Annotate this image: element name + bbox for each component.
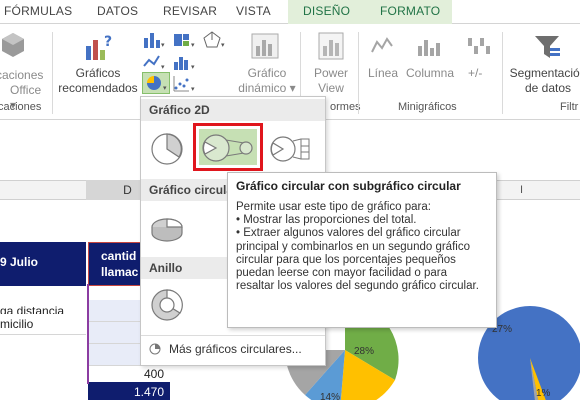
scatter-chart-icon[interactable]: ▾	[172, 74, 196, 97]
addins-label-line1: caciones	[0, 68, 44, 82]
recommended-label-line2: recomendados	[58, 81, 138, 95]
pivot-label-dinamico: dinámico	[238, 81, 287, 95]
group-label-filtros: Filtr	[560, 101, 579, 113]
tooltip: Gráfico circular con subgráfico circular…	[227, 172, 497, 328]
group-label-informes: ormes	[330, 101, 361, 113]
bar-of-pie-option[interactable]	[269, 131, 313, 170]
recommended-charts-icon[interactable]: ?	[84, 32, 114, 65]
pie-label-28: 28%	[354, 346, 374, 357]
hierarchy-chart-icon[interactable]: ▾	[172, 30, 196, 53]
power-label-line1: Power	[313, 66, 348, 80]
doughnut-option[interactable]	[149, 287, 185, 326]
group-label-minigraficos: Minigráficos	[398, 101, 457, 113]
pie-3d-option[interactable]	[149, 209, 185, 246]
slicer-button[interactable]: Segmentación de datos	[508, 66, 580, 96]
menu-divider	[141, 335, 325, 336]
ribbon-separator	[502, 32, 503, 114]
group-label-addins: caciones	[0, 101, 42, 113]
pie-of-pie-option[interactable]	[193, 123, 263, 171]
column-header-i[interactable]: I	[520, 184, 523, 196]
pie-small-icon	[149, 343, 161, 355]
sparkline-line-icon[interactable]	[370, 34, 396, 63]
sparkline-column-icon[interactable]	[416, 34, 442, 63]
power-view-button[interactable]: Power View	[306, 66, 356, 96]
power-view-icon[interactable]	[316, 30, 346, 65]
svg-text:▾: ▾	[191, 86, 195, 93]
pivot-chart-button[interactable]: Gráfico dinámico ▾	[236, 66, 298, 96]
selection-border	[87, 284, 89, 384]
pivot-label-line1: Gráfico	[247, 66, 287, 80]
table-cell-400[interactable]: 400	[90, 367, 164, 381]
tooltip-intro: Permite usar este tipo de gráfico para:	[236, 201, 431, 213]
tab-vista[interactable]: VISTA	[236, 4, 271, 18]
tooltip-bullet-2: • Extraer algunos valores del gráfico ci…	[236, 227, 479, 293]
svg-text:▾: ▾	[161, 64, 165, 71]
tab-revisar[interactable]: REVISAR	[163, 4, 217, 18]
radar-chart-icon[interactable]: ▾	[202, 30, 226, 53]
column-chart-icon[interactable]: ▾	[142, 30, 166, 53]
ribbon-separator	[52, 32, 53, 114]
table-header-date[interactable]: 9 Julio	[0, 242, 86, 286]
office-addins-icon[interactable]	[0, 30, 26, 63]
table-cell-row2[interactable]: micilio	[0, 313, 86, 335]
sparkline-line-button[interactable]: Línea	[368, 66, 398, 81]
section-2d: Gráfico 2D	[141, 99, 325, 121]
ribbon-separator	[358, 32, 359, 114]
tooltip-title: Gráfico circular con subgráfico circular	[236, 179, 461, 193]
addins-label-office: Office	[10, 83, 42, 97]
statistic-chart-icon[interactable]: ▾	[172, 52, 196, 75]
svg-text:▾: ▾	[163, 85, 167, 92]
more-pie-charts-link[interactable]: Más gráficos circulares...	[149, 342, 302, 356]
pie-2d-option[interactable]	[149, 131, 185, 170]
ribbon-tabs: FÓRMULAS DATOS REVISAR VISTA DISEÑO FORM…	[0, 0, 580, 24]
tab-datos[interactable]: DATOS	[97, 4, 138, 18]
sparkline-column-button[interactable]: Columna	[406, 66, 454, 81]
recommended-label-line1: Gráficos	[75, 66, 121, 80]
table-cell-total: 1.470	[133, 385, 164, 399]
power-label-line2: View	[318, 81, 344, 95]
more-pie-charts-label: Más gráficos circulares...	[169, 342, 302, 356]
slicer-label-line1: Segmentación	[509, 66, 580, 80]
pie-label-14: 14%	[320, 392, 340, 400]
svg-text:?: ?	[104, 34, 112, 50]
slicer-label-line2: de datos	[524, 81, 572, 95]
tab-diseno[interactable]: DISEÑO	[303, 4, 350, 18]
svg-text:▾: ▾	[161, 42, 165, 49]
pivot-label-line2: dinámico ▾	[238, 81, 296, 95]
sparkline-winloss-button[interactable]: +/-	[468, 66, 482, 81]
svg-text:▾: ▾	[191, 42, 195, 49]
tooltip-body: Permite usar este tipo de gráfico para: …	[236, 201, 488, 293]
svg-text:▾: ▾	[221, 42, 225, 49]
svg-text:▾: ▾	[191, 64, 195, 71]
slicer-icon[interactable]	[532, 32, 562, 65]
sparkline-winloss-icon[interactable]	[466, 34, 492, 63]
tab-formato[interactable]: FORMATO	[380, 4, 440, 18]
pie-chart-dropdown-button[interactable]: ▾	[142, 72, 170, 94]
pie-label-1: 1%	[536, 388, 551, 399]
recommended-charts-button[interactable]: Gráficos recomendados	[58, 66, 138, 96]
pivot-chart-icon[interactable]	[250, 30, 282, 65]
tab-formulas[interactable]: FÓRMULAS	[4, 4, 72, 18]
tooltip-bullet-1: • Mostrar las proporciones del total.	[236, 214, 417, 227]
